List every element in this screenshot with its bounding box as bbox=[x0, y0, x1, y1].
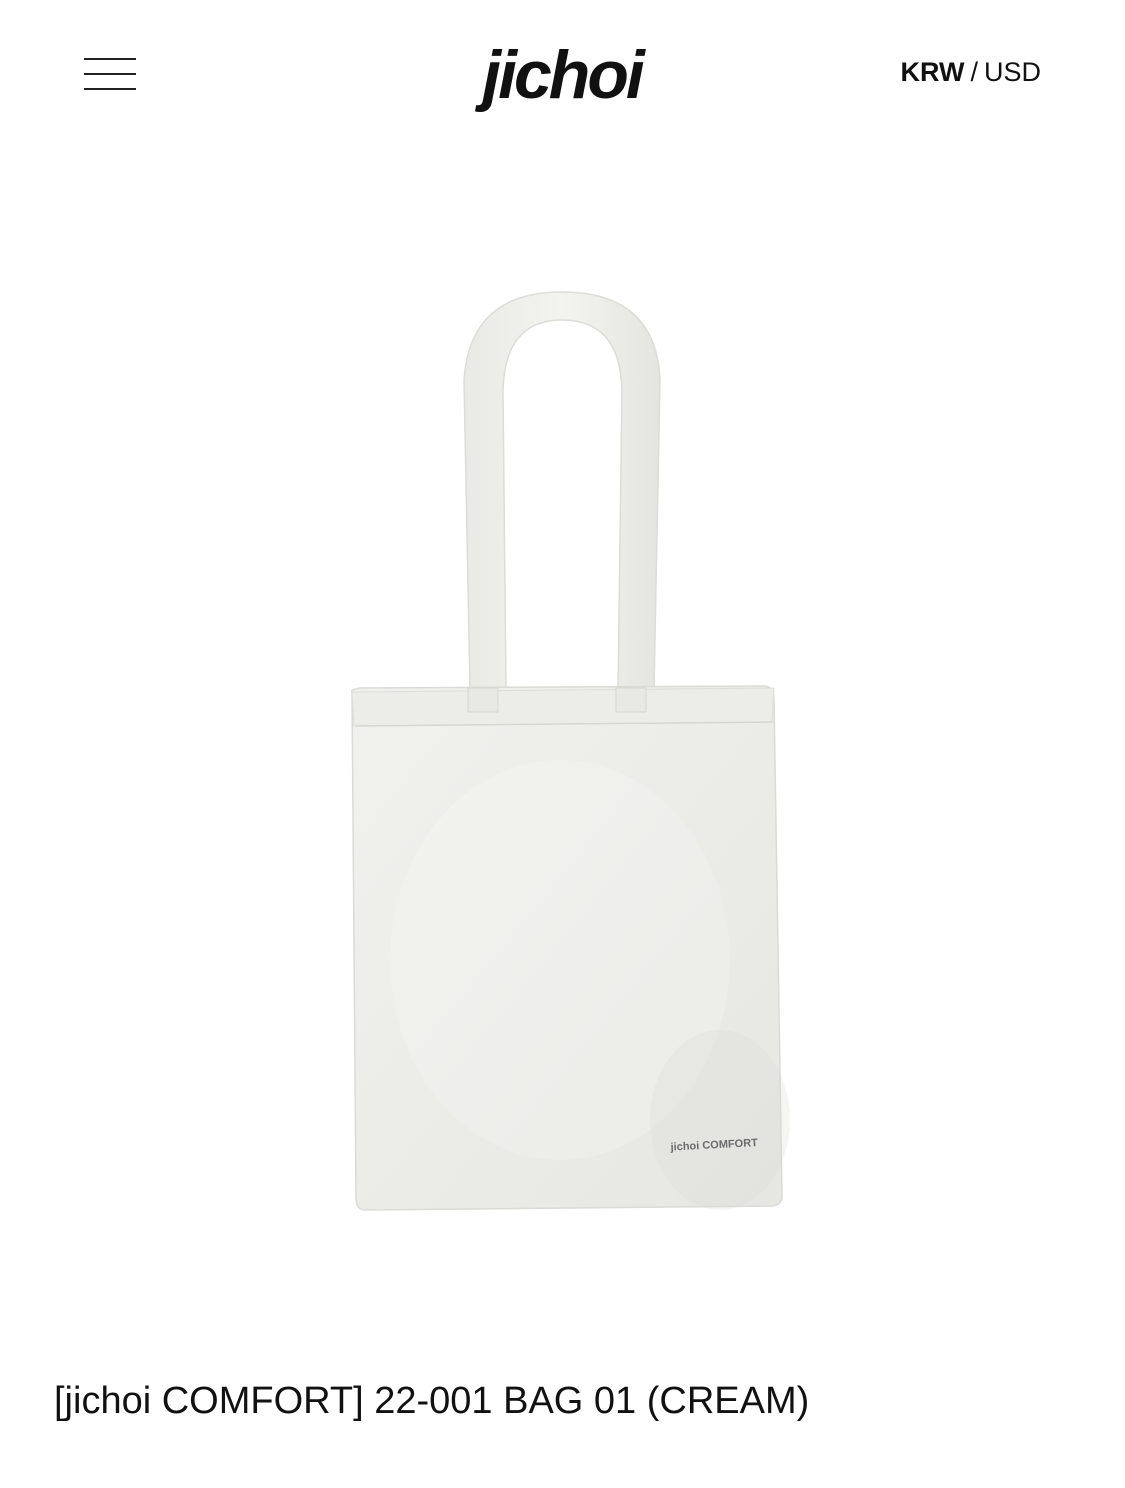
menu-bar-top bbox=[84, 58, 136, 60]
product-image[interactable]: jichoi COMFORT bbox=[300, 260, 825, 1240]
brand-logo[interactable]: jichoi bbox=[462, 30, 662, 120]
currency-switcher: KRW / USD bbox=[900, 56, 1041, 88]
bag-hem bbox=[351, 687, 775, 727]
currency-krw[interactable]: KRW bbox=[900, 57, 964, 87]
strap-tab-left bbox=[467, 687, 499, 713]
menu-bar-middle bbox=[84, 73, 136, 75]
menu-bar-bottom bbox=[84, 88, 136, 90]
tote-bag-illustration: jichoi COMFORT bbox=[350, 291, 790, 1211]
bag-handle bbox=[463, 291, 661, 691]
site-header: jichoi KRW / USD bbox=[0, 0, 1125, 150]
product-title[interactable]: [jichoi COMFORT] 22-001 BAG 01 (CREAM) bbox=[54, 1376, 809, 1426]
strap-tab-right bbox=[615, 687, 647, 713]
hamburger-menu-icon[interactable] bbox=[80, 52, 140, 96]
currency-separator: / bbox=[970, 57, 978, 87]
currency-usd[interactable]: USD bbox=[984, 57, 1041, 87]
